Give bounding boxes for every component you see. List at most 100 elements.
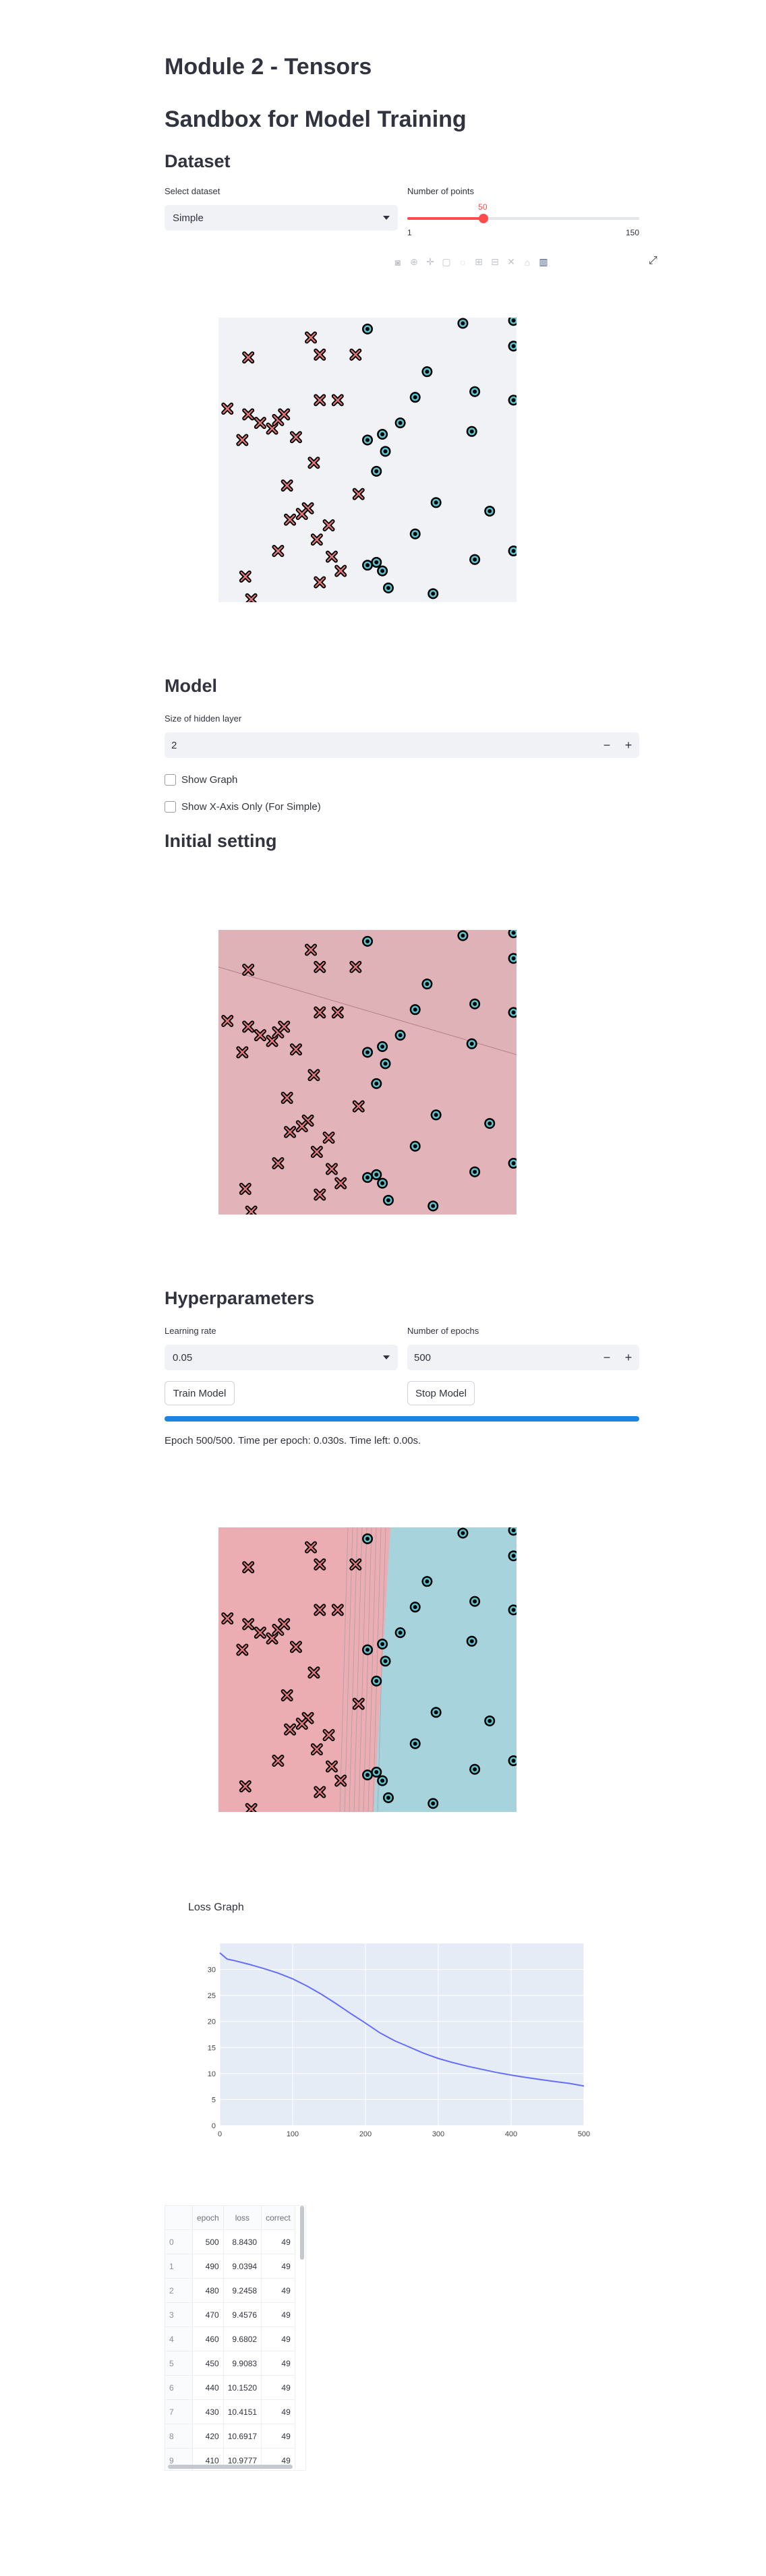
class-o-point bbox=[409, 1140, 421, 1152]
show-graph-label: Show Graph bbox=[181, 774, 238, 786]
class-o-point bbox=[362, 323, 373, 334]
index-header[interactable] bbox=[165, 2206, 193, 2230]
show-x-axis-checkbox[interactable]: Show X-Axis Only (For Simple) bbox=[165, 801, 321, 813]
class-x-point bbox=[325, 1163, 338, 1175]
class-x-point bbox=[281, 1689, 293, 1701]
plotly-logo-icon[interactable]: ▥ bbox=[537, 256, 550, 268]
x-tick-label: 100 bbox=[287, 2130, 299, 2138]
y-tick-label: 30 bbox=[208, 1966, 216, 1974]
box-select-icon[interactable]: ▢ bbox=[440, 256, 453, 268]
table-row[interactable]: 3 470 9.4576 49 bbox=[165, 2302, 295, 2327]
stop-model-button[interactable]: Stop Model bbox=[407, 1381, 475, 1405]
slider-thumb[interactable] bbox=[479, 214, 489, 223]
class-o-point bbox=[466, 426, 477, 437]
decrement-button[interactable]: − bbox=[596, 1351, 618, 1365]
lasso-icon[interactable]: ◌ bbox=[456, 257, 469, 268]
class-x-point bbox=[281, 479, 293, 492]
class-o-point bbox=[428, 588, 439, 599]
autoscale-icon[interactable]: ✕ bbox=[504, 256, 518, 268]
table-row[interactable]: 2 480 9.2458 49 bbox=[165, 2278, 295, 2303]
class-x-point bbox=[331, 1604, 344, 1616]
row-index: 5 bbox=[165, 2351, 193, 2376]
class-o-point bbox=[457, 930, 469, 941]
hidden-layer-input[interactable]: 2 − + bbox=[165, 732, 639, 758]
fullscreen-icon[interactable]: ⤢ bbox=[649, 255, 657, 267]
pan-icon[interactable]: ✛ bbox=[423, 256, 437, 268]
class-o-point bbox=[382, 582, 394, 593]
class-o-point bbox=[394, 1627, 406, 1639]
class-x-point bbox=[289, 1043, 302, 1056]
class-o-point bbox=[430, 1707, 442, 1718]
increment-button[interactable]: + bbox=[618, 738, 639, 753]
train-model-button[interactable]: Train Model bbox=[165, 1381, 235, 1405]
column-header-loss[interactable]: loss bbox=[223, 2206, 262, 2230]
points-label: Number of points bbox=[407, 186, 474, 196]
class-x-point bbox=[242, 408, 255, 421]
table-cell: 490 bbox=[192, 2254, 224, 2279]
checkbox-box[interactable] bbox=[165, 801, 176, 813]
vertical-scrollbar[interactable] bbox=[300, 2206, 304, 2260]
class-x-point bbox=[272, 1755, 285, 1767]
zoom-out-icon[interactable]: ⊟ bbox=[488, 256, 502, 268]
class-x-point bbox=[221, 1612, 234, 1625]
column-header-correct[interactable]: correct bbox=[261, 2206, 295, 2230]
y-tick-label: 5 bbox=[212, 2096, 216, 2104]
table-cell: 10.6917 bbox=[223, 2424, 262, 2449]
learning-rate-label: Learning rate bbox=[165, 1326, 216, 1336]
table-row[interactable]: 0 500 8.8430 49 bbox=[165, 2229, 295, 2254]
class-o-point bbox=[377, 1041, 388, 1053]
table-row[interactable]: 7 430 10.4151 49 bbox=[165, 2399, 295, 2424]
progress-fill bbox=[165, 1416, 639, 1422]
class-o-point bbox=[466, 1635, 477, 1647]
show-graph-checkbox[interactable]: Show Graph bbox=[165, 774, 237, 786]
camera-icon[interactable]: ◙ bbox=[391, 257, 405, 268]
class-x-point bbox=[239, 570, 252, 583]
class-o-point bbox=[457, 318, 469, 329]
class-x-point bbox=[322, 1132, 335, 1144]
results-dataframe[interactable]: epoch loss correct 0 500 8.8430 49 1 490 9.0394 49… bbox=[165, 2205, 306, 2471]
class-x-point bbox=[254, 1627, 266, 1639]
table-row[interactable]: 5 450 9.9083 49 bbox=[165, 2351, 295, 2376]
dataset-select-value: Simple bbox=[173, 212, 204, 224]
y-tick-label: 15 bbox=[208, 2044, 216, 2052]
table-row[interactable]: 4 460 9.6802 49 bbox=[165, 2326, 295, 2351]
class-o-point bbox=[428, 1798, 439, 1809]
class-o-point bbox=[469, 554, 481, 565]
class-x-point bbox=[349, 960, 362, 973]
table-cell: 9.9083 bbox=[223, 2351, 262, 2376]
home-icon[interactable]: ⌂ bbox=[521, 257, 534, 268]
class-x-point bbox=[349, 1558, 362, 1571]
increment-button[interactable]: + bbox=[618, 1351, 639, 1365]
class-o-point bbox=[394, 1030, 406, 1041]
table-row[interactable]: 8 420 10.6917 49 bbox=[165, 2424, 295, 2449]
zoom-in-icon[interactable]: ⊞ bbox=[472, 256, 485, 268]
table-cell: 9.4576 bbox=[223, 2302, 262, 2327]
zoom-icon[interactable]: ⊕ bbox=[407, 256, 421, 268]
epochs-input[interactable]: 500 − + bbox=[407, 1345, 639, 1370]
table-cell: 9.2458 bbox=[223, 2278, 262, 2303]
results-table: epoch loss correct 0 500 8.8430 49 1 490 9.0394 49… bbox=[165, 2206, 295, 2470]
class-o-point bbox=[409, 528, 421, 539]
checkbox-box[interactable] bbox=[165, 774, 176, 786]
dataset-select[interactable]: Simple bbox=[165, 205, 398, 231]
class-x-point bbox=[314, 576, 326, 589]
learning-rate-select[interactable]: 0.05 bbox=[165, 1345, 398, 1370]
horizontal-scrollbar[interactable] bbox=[168, 2465, 293, 2469]
table-cell: 430 bbox=[192, 2399, 224, 2424]
class-x-point bbox=[278, 1618, 291, 1631]
table-cell: 49 bbox=[261, 2254, 295, 2279]
class-o-point bbox=[377, 429, 388, 440]
row-index: 4 bbox=[165, 2326, 193, 2351]
class-x-point bbox=[310, 1743, 323, 1756]
decrement-button[interactable]: − bbox=[596, 738, 618, 753]
region-blue bbox=[374, 1527, 517, 1812]
epochs-value: 500 bbox=[414, 1351, 432, 1364]
column-header-epoch[interactable]: epoch bbox=[192, 2206, 224, 2230]
table-row[interactable]: 6 440 10.1520 49 bbox=[165, 2375, 295, 2400]
class-x-point bbox=[254, 417, 266, 430]
table-row[interactable]: 1 490 9.0394 49 bbox=[165, 2254, 295, 2279]
table-cell: 49 bbox=[261, 2302, 295, 2327]
points-slider[interactable]: 50 1 150 bbox=[407, 202, 639, 237]
select-dataset-label: Select dataset bbox=[165, 186, 220, 196]
table-cell: 480 bbox=[192, 2278, 224, 2303]
